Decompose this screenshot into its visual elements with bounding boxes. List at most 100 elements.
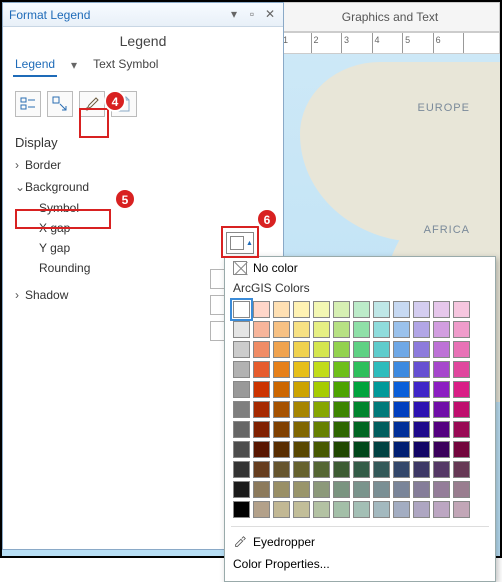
color-swatch[interactable] (253, 301, 270, 318)
color-swatch[interactable] (393, 421, 410, 438)
color-swatch[interactable] (313, 461, 330, 478)
color-swatch[interactable] (233, 301, 250, 318)
color-swatch[interactable] (433, 321, 450, 338)
legend-arrangement-button[interactable] (15, 91, 41, 117)
color-swatch[interactable] (413, 321, 430, 338)
color-swatch[interactable] (373, 481, 390, 498)
color-swatch[interactable] (333, 461, 350, 478)
color-swatch[interactable] (393, 321, 410, 338)
legend-sizing-button[interactable] (47, 91, 73, 117)
color-swatch[interactable] (433, 501, 450, 518)
background-symbol-color-button[interactable]: ▲ (226, 232, 254, 254)
color-swatch[interactable] (393, 441, 410, 458)
color-swatch[interactable] (373, 321, 390, 338)
color-swatch[interactable] (253, 381, 270, 398)
color-swatch[interactable] (413, 381, 430, 398)
tree-border[interactable]: ›Border (15, 154, 271, 176)
color-swatch[interactable] (253, 501, 270, 518)
color-swatch[interactable] (273, 501, 290, 518)
color-swatch[interactable] (293, 401, 310, 418)
color-swatch[interactable] (313, 321, 330, 338)
color-swatch[interactable] (333, 301, 350, 318)
color-swatch[interactable] (413, 401, 430, 418)
color-swatch[interactable] (353, 341, 370, 358)
color-swatch[interactable] (273, 461, 290, 478)
color-swatch[interactable] (273, 341, 290, 358)
color-swatch[interactable] (293, 421, 310, 438)
color-swatch[interactable] (273, 321, 290, 338)
color-swatch[interactable] (273, 441, 290, 458)
color-swatch[interactable] (413, 301, 430, 318)
ribbon-group-graphics-text[interactable]: Graphics and Text (280, 2, 500, 32)
prop-symbol[interactable]: Symbol (15, 198, 271, 218)
color-swatch[interactable] (313, 341, 330, 358)
color-swatch[interactable] (273, 481, 290, 498)
color-swatch[interactable] (273, 421, 290, 438)
color-swatch[interactable] (293, 301, 310, 318)
color-swatch[interactable] (273, 361, 290, 378)
color-swatch[interactable] (393, 481, 410, 498)
color-swatch[interactable] (413, 441, 430, 458)
color-swatch[interactable] (233, 461, 250, 478)
color-swatch[interactable] (433, 301, 450, 318)
color-swatch[interactable] (293, 481, 310, 498)
color-swatch[interactable] (393, 461, 410, 478)
color-swatch[interactable] (433, 401, 450, 418)
color-swatch[interactable] (393, 501, 410, 518)
color-swatch[interactable] (413, 341, 430, 358)
color-swatch[interactable] (313, 501, 330, 518)
color-swatch[interactable] (353, 361, 370, 378)
color-swatch[interactable] (273, 381, 290, 398)
tab-text-symbol[interactable]: Text Symbol (91, 53, 160, 77)
color-swatch[interactable] (313, 381, 330, 398)
color-swatch[interactable] (333, 441, 350, 458)
panel-menu-button[interactable]: ▾ (227, 8, 241, 22)
color-swatch[interactable] (313, 301, 330, 318)
color-swatch[interactable] (373, 461, 390, 478)
color-swatch[interactable] (333, 361, 350, 378)
color-swatch[interactable] (273, 401, 290, 418)
color-swatch[interactable] (373, 401, 390, 418)
color-swatch[interactable] (373, 441, 390, 458)
color-swatch[interactable] (253, 321, 270, 338)
color-swatch[interactable] (393, 361, 410, 378)
color-swatch[interactable] (333, 501, 350, 518)
color-swatch[interactable] (233, 421, 250, 438)
legend-display-button[interactable] (79, 91, 105, 117)
panel-pin-button[interactable]: ▫ (245, 8, 259, 22)
color-swatch[interactable] (413, 421, 430, 438)
color-swatch[interactable] (233, 401, 250, 418)
color-swatch[interactable] (333, 381, 350, 398)
color-swatch[interactable] (453, 481, 470, 498)
color-swatch[interactable] (253, 441, 270, 458)
color-swatch[interactable] (353, 441, 370, 458)
color-swatch[interactable] (393, 381, 410, 398)
color-swatch[interactable] (433, 421, 450, 438)
color-swatch[interactable] (453, 341, 470, 358)
color-swatch[interactable] (353, 301, 370, 318)
color-swatch[interactable] (253, 461, 270, 478)
color-swatch[interactable] (313, 401, 330, 418)
color-swatch[interactable] (313, 481, 330, 498)
tree-background[interactable]: ⌄Background (15, 176, 271, 198)
color-swatch[interactable] (293, 461, 310, 478)
color-swatch[interactable] (433, 481, 450, 498)
color-swatch[interactable] (313, 441, 330, 458)
color-swatch[interactable] (453, 421, 470, 438)
color-swatch[interactable] (373, 421, 390, 438)
color-swatch[interactable] (333, 401, 350, 418)
color-swatch[interactable] (253, 361, 270, 378)
color-swatch[interactable] (453, 461, 470, 478)
color-swatch[interactable] (353, 321, 370, 338)
color-swatch[interactable] (333, 321, 350, 338)
color-swatch[interactable] (453, 301, 470, 318)
color-swatch[interactable] (453, 441, 470, 458)
color-swatch[interactable] (373, 361, 390, 378)
color-swatch[interactable] (453, 501, 470, 518)
color-swatch[interactable] (293, 341, 310, 358)
no-color-option[interactable]: No color (225, 257, 495, 279)
color-swatch[interactable] (433, 381, 450, 398)
color-swatch[interactable] (313, 361, 330, 378)
color-swatch[interactable] (293, 321, 310, 338)
color-swatch[interactable] (373, 381, 390, 398)
